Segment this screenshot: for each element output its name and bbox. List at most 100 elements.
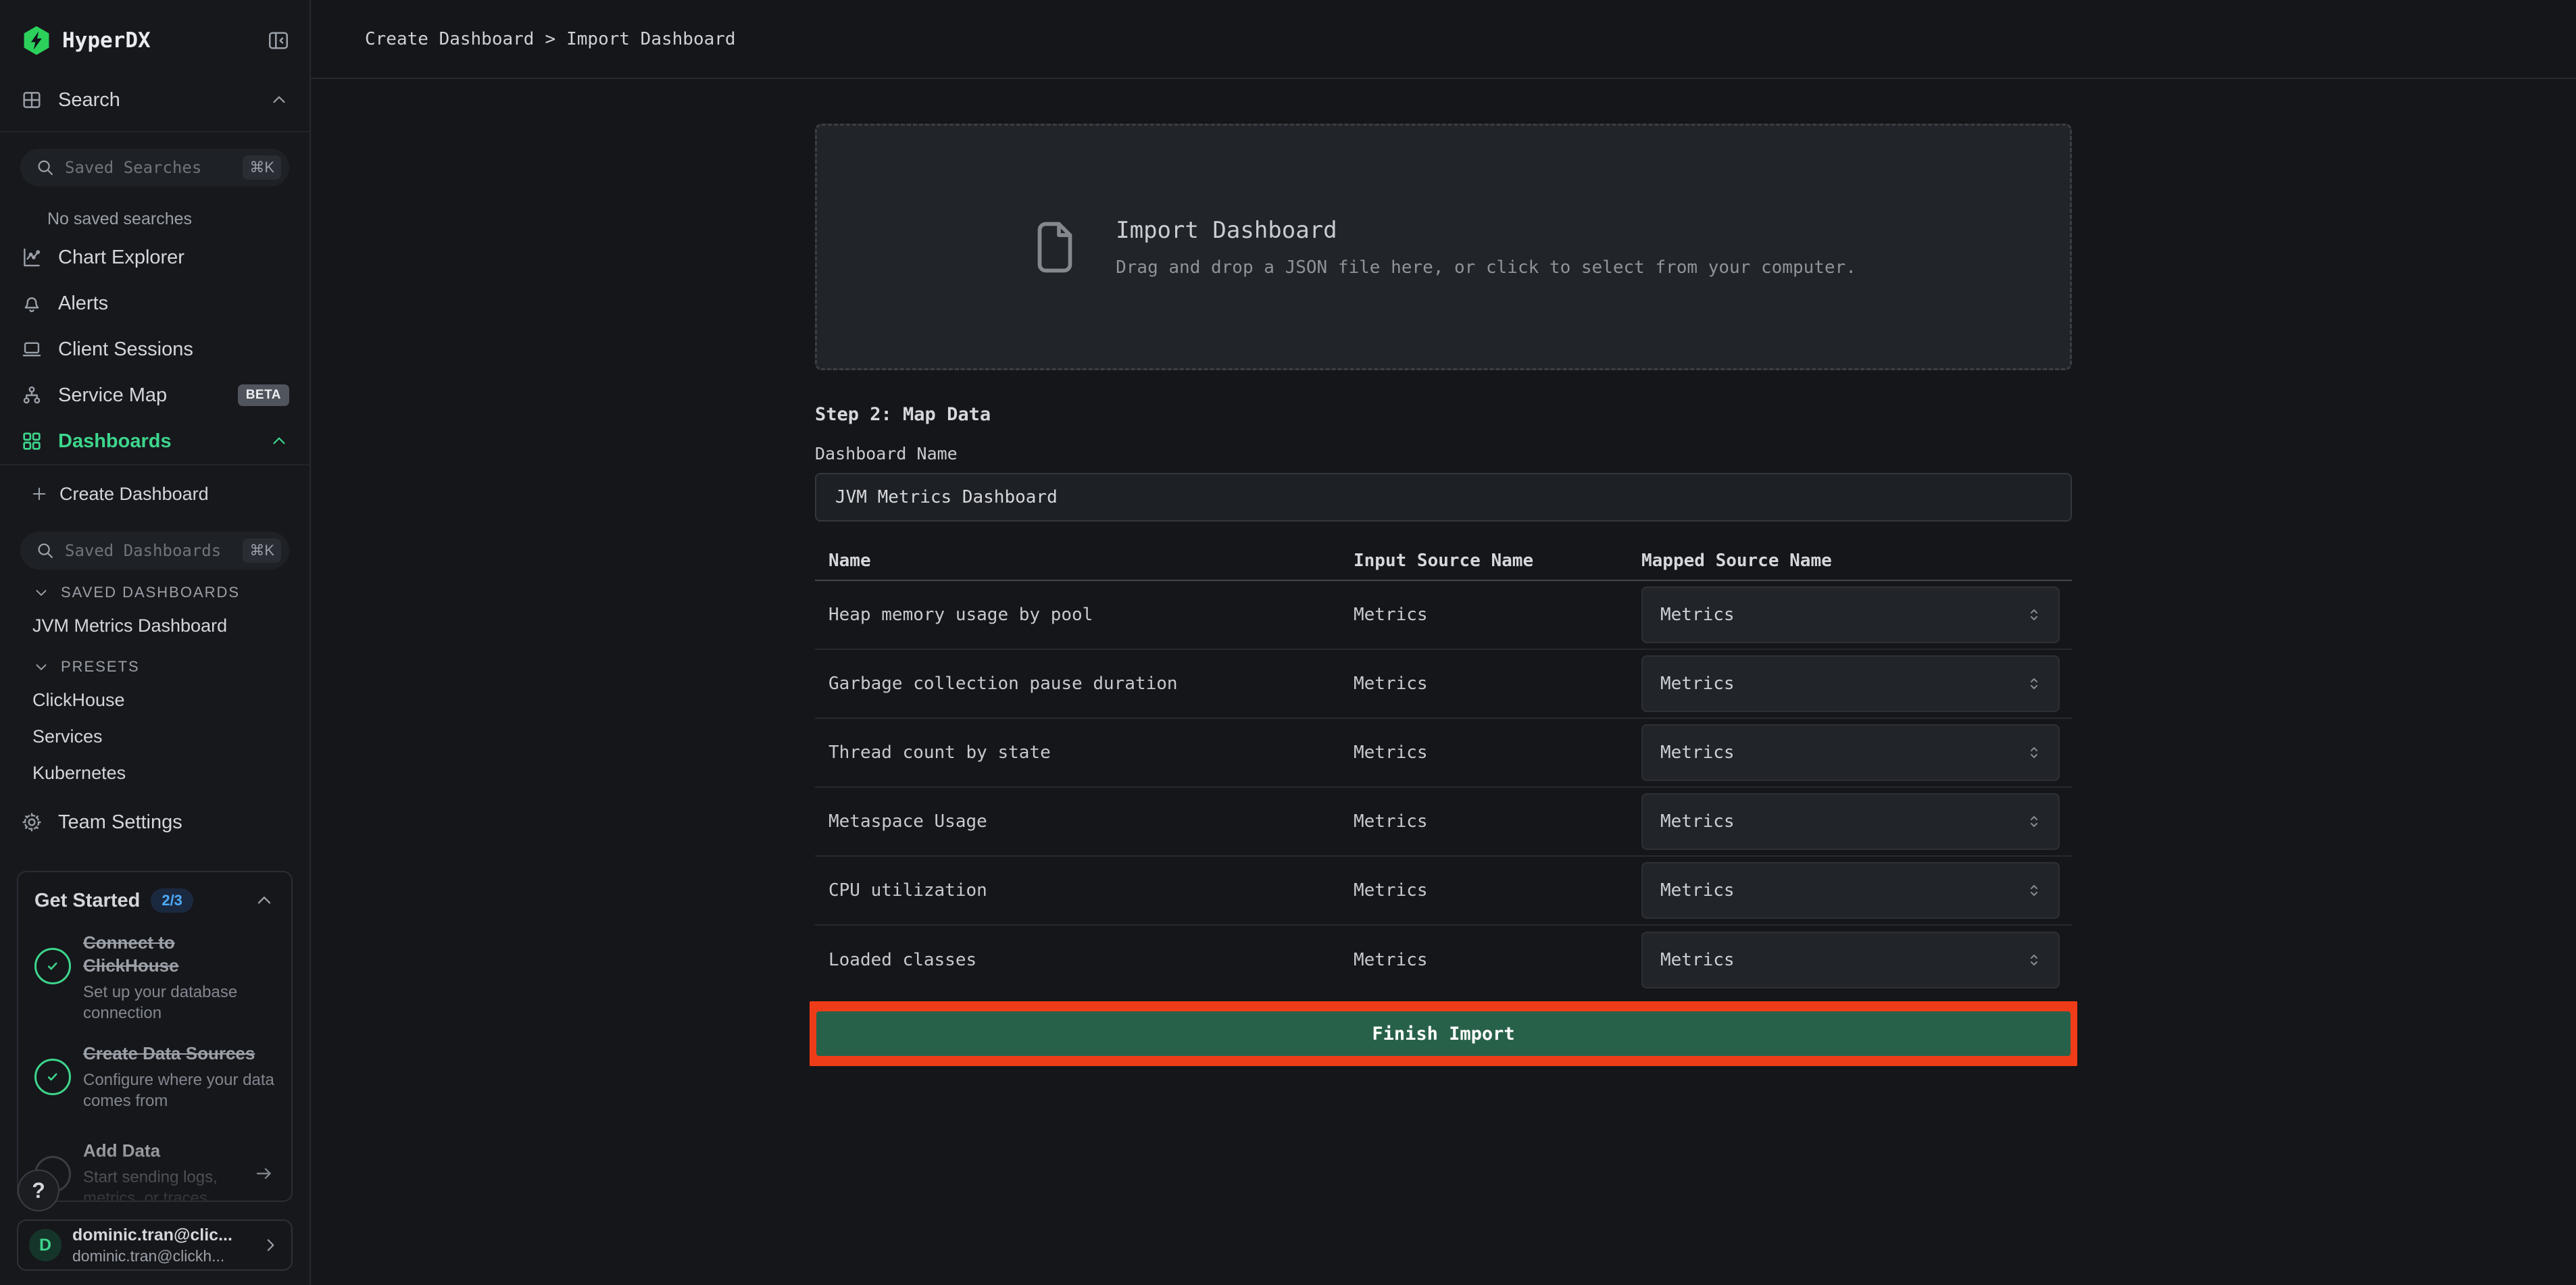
sidebar-item-dashboards[interactable]: Dashboards — [0, 418, 309, 464]
step-subtitle: Set up your database connection — [83, 982, 275, 1024]
dropzone-subtitle: Drag and drop a JSON file here, or click… — [1116, 257, 1856, 278]
topbar: Create Dashboard > Import Dashboard — [311, 0, 2576, 79]
search-icon — [35, 540, 55, 561]
select-value: Metrics — [1660, 605, 2025, 625]
get-started-step-add-data[interactable]: Add Data Start sending logs, metrics, or… — [34, 1140, 275, 1202]
dropzone-title: Import Dashboard — [1116, 217, 1856, 244]
chevron-up-down-icon — [2025, 743, 2044, 762]
divider — [0, 131, 309, 132]
search-section-label: Search — [58, 89, 269, 111]
get-started-progress-badge: 2/3 — [151, 888, 193, 913]
row-name: Thread count by state — [815, 742, 1354, 763]
table-row: Thread count by state Metrics Metrics — [815, 719, 2072, 788]
sidebar-item-alerts[interactable]: Alerts — [0, 280, 309, 326]
select-value: Metrics — [1660, 880, 2025, 901]
bell-icon — [20, 292, 43, 315]
saved-searches-field[interactable] — [65, 158, 243, 177]
dashboard-name-input[interactable] — [815, 473, 2072, 522]
nav-label: Dashboards — [58, 430, 269, 453]
group-title: PRESETS — [61, 658, 140, 676]
sidebar-item-team-settings[interactable]: Team Settings — [0, 801, 309, 844]
chevron-up-icon[interactable] — [253, 890, 275, 911]
table-row: Heap memory usage by pool Metrics Metric… — [815, 581, 2072, 650]
mapped-source-select[interactable]: Metrics — [1641, 724, 2060, 781]
chevron-up-down-icon — [2025, 605, 2044, 624]
step-title: Add Data — [83, 1140, 253, 1163]
presets-group-header[interactable]: PRESETS — [32, 652, 309, 682]
nav-label: Client Sessions — [58, 338, 289, 361]
saved-searches-input[interactable]: ⌘K — [20, 149, 289, 186]
row-input-source: Metrics — [1354, 742, 1641, 763]
finish-import-button[interactable]: Finish Import — [816, 1011, 2071, 1056]
table-grid-icon — [20, 89, 43, 111]
shortcut-badge: ⌘K — [243, 155, 281, 180]
breadcrumb-create-dashboard[interactable]: Create Dashboard — [365, 29, 534, 49]
user-menu[interactable]: D dominic.tran@clic... dominic.tran@clic… — [17, 1219, 293, 1271]
nav-label: Alerts — [58, 293, 289, 315]
row-name: Heap memory usage by pool — [815, 605, 1354, 625]
create-dashboard-link[interactable]: Create Dashboard — [0, 472, 309, 515]
saved-dashboards-input[interactable]: ⌘K — [20, 532, 289, 570]
preset-link-services[interactable]: Services — [0, 718, 309, 755]
chevron-up-icon — [269, 431, 289, 451]
service-map-icon — [20, 384, 43, 407]
select-value: Metrics — [1660, 811, 2025, 832]
nav-label: Service Map — [58, 384, 238, 407]
help-button[interactable]: ? — [18, 1169, 59, 1211]
collapse-sidebar-icon[interactable] — [266, 28, 291, 53]
row-name: CPU utilization — [815, 880, 1354, 901]
hyperdx-logo-icon — [20, 24, 53, 57]
step-title: Connect to ClickHouse — [83, 932, 275, 978]
sidebar-item-search[interactable]: Search — [0, 78, 309, 122]
chevron-up-down-icon — [2025, 674, 2044, 693]
breadcrumb-import-dashboard[interactable]: Import Dashboard — [566, 29, 735, 49]
mapped-source-select[interactable]: Metrics — [1641, 655, 2060, 712]
select-value: Metrics — [1660, 674, 2025, 694]
file-icon — [1031, 218, 1079, 276]
chevron-down-icon — [32, 658, 50, 676]
sidebar-item-client-sessions[interactable]: Client Sessions — [0, 326, 309, 372]
check-circle-icon — [34, 1059, 71, 1095]
step-title: Create Data Sources — [83, 1042, 275, 1065]
user-name: dominic.tran@clic... — [72, 1226, 260, 1245]
preset-link-clickhouse[interactable]: ClickHouse — [0, 682, 309, 718]
nav-label: Chart Explorer — [58, 247, 289, 269]
app-title: HyperDX — [62, 28, 266, 53]
step-heading: Step 2: Map Data — [815, 404, 2072, 425]
gear-icon — [20, 811, 43, 834]
chevron-down-icon — [32, 584, 50, 601]
saved-dashboards-group-header[interactable]: SAVED DASHBOARDS — [32, 578, 309, 607]
team-settings-label: Team Settings — [58, 811, 182, 834]
row-input-source: Metrics — [1354, 674, 1641, 694]
mapped-source-select[interactable]: Metrics — [1641, 586, 2060, 643]
table-row: Garbage collection pause duration Metric… — [815, 650, 2072, 719]
logo-row: HyperDX — [0, 0, 309, 59]
column-header-mapped-source: Mapped Source Name — [1641, 551, 2072, 571]
sidebar-item-service-map[interactable]: Service Map BETA — [0, 372, 309, 418]
mapped-source-select[interactable]: Metrics — [1641, 862, 2060, 919]
dashboard-link-jvm-metrics[interactable]: JVM Metrics Dashboard — [0, 607, 309, 644]
mapping-table: Name Input Source Name Mapped Source Nam… — [815, 542, 2072, 994]
chevron-up-down-icon — [2025, 951, 2044, 969]
group-title: SAVED DASHBOARDS — [61, 584, 240, 601]
create-dashboard-label: Create Dashboard — [59, 484, 209, 505]
saved-dashboards-field[interactable] — [65, 541, 243, 560]
shortcut-badge: ⌘K — [243, 538, 281, 563]
row-input-source: Metrics — [1354, 811, 1641, 832]
chevron-up-down-icon — [2025, 881, 2044, 900]
table-row: Loaded classes Metrics Metrics — [815, 926, 2072, 994]
get-started-step-connect[interactable]: Connect to ClickHouse Set up your databa… — [34, 932, 275, 1024]
divider — [0, 464, 309, 465]
row-input-source: Metrics — [1354, 880, 1641, 901]
sidebar: HyperDX Search ⌘K No saved searches Char… — [0, 0, 311, 1285]
get-started-step-sources[interactable]: Create Data Sources Configure where your… — [34, 1042, 275, 1111]
breadcrumb-separator: > — [545, 29, 555, 49]
sidebar-item-chart-explorer[interactable]: Chart Explorer — [0, 234, 309, 280]
preset-link-kubernetes[interactable]: Kubernetes — [0, 755, 309, 791]
get-started-title: Get Started — [34, 890, 140, 912]
file-dropzone[interactable]: Import Dashboard Drag and drop a JSON fi… — [815, 124, 2072, 370]
row-name: Loaded classes — [815, 950, 1354, 970]
mapped-source-select[interactable]: Metrics — [1641, 932, 2060, 988]
step-subtitle: Start sending logs, metrics, or traces — [83, 1167, 253, 1202]
mapped-source-select[interactable]: Metrics — [1641, 793, 2060, 850]
